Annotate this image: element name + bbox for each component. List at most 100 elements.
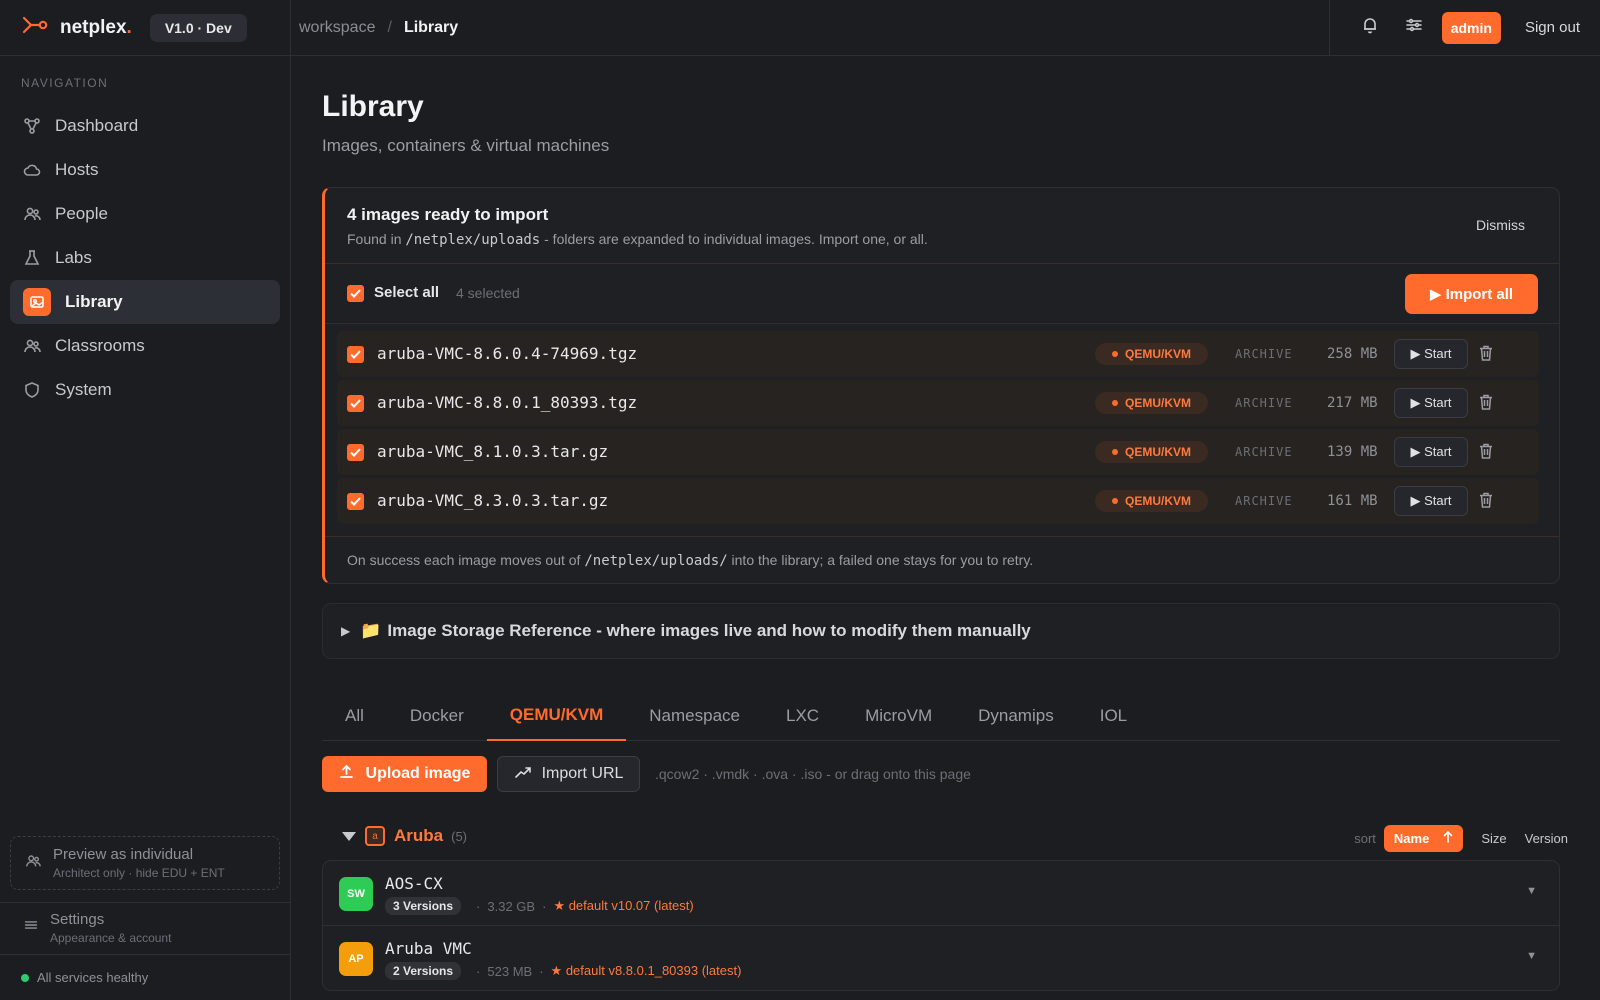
- start-import-button[interactable]: ▶ Start: [1394, 437, 1468, 467]
- upload-image-button[interactable]: Upload image: [322, 756, 487, 792]
- file-name: aruba-VMC-8.8.0.1_80393.tgz: [377, 393, 638, 412]
- file-checkbox[interactable]: [347, 346, 364, 363]
- breadcrumb-current: Library: [403, 18, 459, 36]
- image-size: 523 MB: [487, 963, 533, 979]
- sidebar-item-people[interactable]: People: [10, 192, 280, 236]
- file-kind: ARCHIVE: [1235, 445, 1293, 459]
- image-meta: 2 Versions · 523 MB · ★ default v8.8.0.1…: [385, 962, 741, 980]
- file-name: aruba-VMC_8.1.0.3.tar.gz: [377, 442, 609, 461]
- tab-docker[interactable]: Docker: [387, 691, 487, 741]
- file-size: 217 MB: [1327, 395, 1378, 411]
- netplex-logo-icon: [22, 16, 48, 39]
- file-kind: ARCHIVE: [1235, 347, 1293, 361]
- import-panel-footer: On success each image moves out of /netp…: [325, 536, 1559, 583]
- breadcrumb-workspace[interactable]: workspace: [299, 19, 375, 37]
- file-size: 139 MB: [1327, 444, 1378, 460]
- sidebar-item-dashboard[interactable]: Dashboard: [10, 104, 280, 148]
- vendor-group-header[interactable]: a Aruba (5): [342, 826, 467, 846]
- group-name: Aruba: [394, 826, 444, 845]
- tab-dynamips[interactable]: Dynamips: [955, 691, 1077, 741]
- notifications-button[interactable]: [1348, 8, 1392, 48]
- breadcrumb-separator: /: [387, 18, 392, 36]
- sidebar-item-classrooms[interactable]: Classrooms: [10, 324, 280, 368]
- brand-name: netplex.: [60, 16, 132, 38]
- select-all-label[interactable]: Select all: [374, 284, 439, 301]
- tab-qemu-kvm[interactable]: QEMU/KVM: [486, 691, 627, 741]
- file-kind: ARCHIVE: [1235, 396, 1293, 410]
- filters-button[interactable]: [1392, 8, 1436, 48]
- image-row[interactable]: AP Aruba VMC 2 Versions · 523 MB · ★ def…: [323, 925, 1559, 989]
- file-kind: ARCHIVE: [1235, 494, 1293, 508]
- tab-all[interactable]: All: [322, 691, 387, 741]
- sort-size-button[interactable]: Size: [1481, 831, 1506, 846]
- file-name: aruba-VMC-8.6.0.4-74969.tgz: [377, 344, 638, 363]
- trash-icon[interactable]: [1479, 443, 1495, 461]
- tab-lxc[interactable]: LXC: [763, 691, 842, 741]
- access-point-avatar: AP: [339, 942, 373, 976]
- import-file-row: aruba-VMC-8.8.0.1_80393.tgz QEMU/KVM ARC…: [337, 380, 1539, 426]
- link-icon: [514, 765, 532, 784]
- sidebar-item-system[interactable]: System: [10, 368, 280, 412]
- collapse-caret-icon[interactable]: [342, 831, 356, 841]
- settings-link[interactable]: Settings Appearance & account: [0, 902, 290, 952]
- runtime-tabs: All Docker QEMU/KVM Namespace LXC MicroV…: [322, 691, 1560, 741]
- chevron-down-icon[interactable]: ▼: [1526, 885, 1537, 897]
- start-import-button[interactable]: ▶ Start: [1394, 388, 1468, 418]
- import-panel-header: 4 images ready to import Found in /netpl…: [325, 188, 1559, 264]
- admin-badge[interactable]: admin: [1441, 11, 1501, 44]
- chevron-down-icon[interactable]: ▼: [1526, 950, 1537, 962]
- sort-name-button[interactable]: Name: [1383, 825, 1464, 852]
- tab-iol[interactable]: IOL: [1077, 691, 1150, 741]
- import-file-row: aruba-VMC_8.1.0.3.tar.gz QEMU/KVM ARCHIV…: [337, 429, 1539, 475]
- people-icon: [25, 853, 41, 874]
- storage-reference-toggle[interactable]: ▶ 📁 Image Storage Reference - where imag…: [322, 603, 1560, 659]
- trash-icon[interactable]: [1479, 345, 1495, 363]
- tab-microvm[interactable]: MicroVM: [842, 691, 955, 741]
- dismiss-button[interactable]: Dismiss: [1476, 217, 1525, 233]
- import-url-button[interactable]: Import URL: [497, 756, 640, 792]
- sort-label: sort: [1354, 831, 1376, 846]
- image-row[interactable]: SW AOS-CX 3 Versions · 3.32 GB · ★ defau…: [323, 861, 1559, 925]
- sidebar-item-library[interactable]: Library: [10, 280, 280, 324]
- image-name: Aruba VMC: [385, 939, 472, 958]
- format-hint: .qcow2 · .vmdk · .ova · .iso - or drag o…: [655, 766, 971, 782]
- version-badge[interactable]: V1.0 · Dev: [149, 13, 247, 42]
- image-size: 3.32 GB: [487, 898, 536, 914]
- switch-avatar: SW: [339, 877, 373, 911]
- brand[interactable]: netplex. V1.0 · Dev: [0, 0, 291, 56]
- file-checkbox[interactable]: [347, 493, 364, 510]
- page-subtitle: Images, containers & virtual machines: [322, 136, 610, 155]
- expand-arrow-icon: ▶: [341, 624, 351, 638]
- sidebar-item-hosts[interactable]: Hosts: [10, 148, 280, 192]
- start-import-button[interactable]: ▶ Start: [1394, 339, 1468, 369]
- folder-icon: 📁: [360, 621, 382, 640]
- versions-badge[interactable]: 3 Versions: [385, 897, 462, 915]
- settings-title: Settings: [50, 910, 105, 928]
- select-all-checkbox[interactable]: [347, 285, 364, 302]
- group-count: (5): [451, 828, 468, 844]
- bell-icon: [1361, 16, 1379, 39]
- import-file-row: aruba-VMC_8.3.0.3.tar.gz QEMU/KVM ARCHIV…: [337, 478, 1539, 524]
- versions-badge[interactable]: 2 Versions: [385, 962, 462, 980]
- select-all-row: Select all 4 selected ▶ Import all: [325, 264, 1559, 324]
- default-version: ★ default v10.07 (latest): [553, 898, 694, 913]
- file-checkbox[interactable]: [347, 395, 364, 412]
- import-all-button[interactable]: ▶ Import all: [1405, 274, 1538, 314]
- breadcrumb: workspace / Library: [291, 19, 458, 37]
- start-import-button[interactable]: ▶ Start: [1394, 486, 1468, 516]
- image-meta: 3 Versions · 3.32 GB · ★ default v10.07 …: [385, 897, 694, 915]
- sort-version-button[interactable]: Version: [1525, 831, 1568, 846]
- sidebar-item-labs[interactable]: Labs: [10, 236, 280, 280]
- import-panel-title: 4 images ready to import: [347, 205, 549, 224]
- sidebar-item-label: Library: [65, 292, 123, 311]
- tab-namespace[interactable]: Namespace: [626, 691, 763, 741]
- preview-as-individual[interactable]: Preview as individual Architect only · h…: [10, 836, 280, 890]
- file-checkbox[interactable]: [347, 444, 364, 461]
- preview-title: Preview as individual: [53, 846, 194, 863]
- header-actions: admin Sign out: [1328, 0, 1600, 56]
- type-badge: QEMU/KVM: [1095, 343, 1208, 365]
- trash-icon[interactable]: [1479, 492, 1495, 510]
- flask-icon: [23, 249, 41, 267]
- trash-icon[interactable]: [1479, 394, 1495, 412]
- sign-out-link[interactable]: Sign out: [1525, 19, 1580, 36]
